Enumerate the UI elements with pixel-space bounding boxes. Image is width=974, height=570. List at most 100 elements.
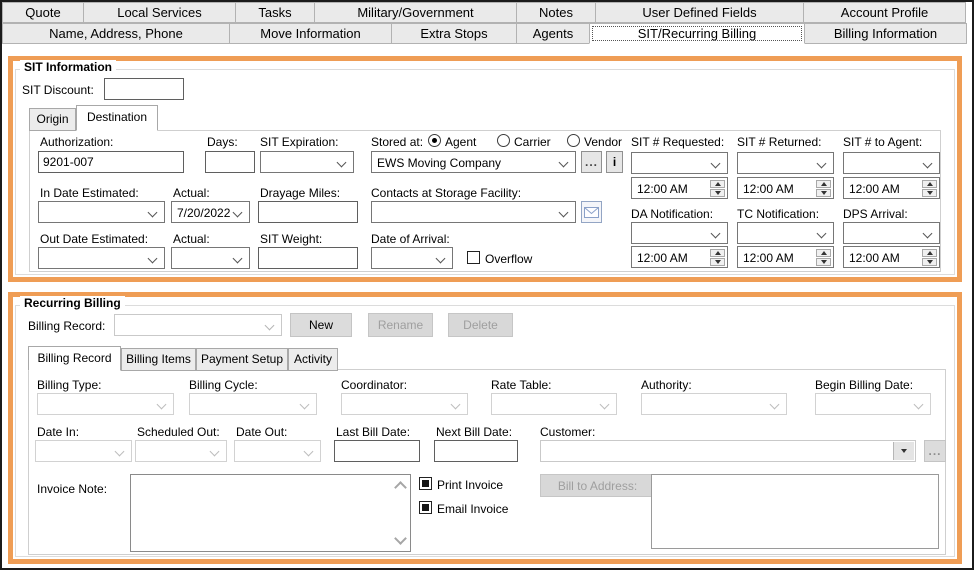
sit-expiration-combo[interactable] [260,151,354,173]
spin-up-button[interactable] [922,249,937,257]
spin-up-button[interactable] [816,249,831,257]
sit-returned-combo[interactable] [737,152,834,174]
tab-local-services[interactable]: Local Services [83,2,236,23]
tab-tasks[interactable]: Tasks [235,2,315,23]
drayage-miles-input[interactable] [258,201,358,223]
envelope-icon [584,206,599,218]
spin-down-button[interactable] [710,189,725,197]
tc-notification-combo[interactable] [737,222,834,244]
bill-to-address-button[interactable]: Bill to Address: [540,474,655,497]
sit-to-agent-time[interactable]: 12:00 AM [843,177,940,199]
sit-to-agent-label: SIT # to Agent: [843,135,923,149]
coordinator-combo[interactable] [341,393,468,415]
billing-record-label: Billing Record: [28,319,106,333]
tab-notes[interactable]: Notes [516,2,596,23]
dps-arrival-combo[interactable] [843,222,940,244]
customer-combo[interactable] [540,440,916,462]
begin-billing-date-combo[interactable] [815,393,931,415]
subtab-payment-setup[interactable]: Payment Setup [196,348,288,371]
out-actual-combo[interactable] [171,247,250,269]
billing-type-label: Billing Type: [37,378,102,392]
spin-up-button[interactable] [816,180,831,188]
authority-combo[interactable] [641,393,787,415]
sit-weight-input[interactable] [258,247,358,269]
rate-table-combo[interactable] [491,393,617,415]
spin-up-button[interactable] [710,249,725,257]
subtab-destination[interactable]: Destination [76,105,158,131]
spin-up-button[interactable] [922,180,937,188]
tab-military-government[interactable]: Military/Government [314,2,517,23]
stored-at-agent-radio[interactable] [428,134,441,147]
customer-dropdown-button[interactable] [893,442,914,460]
agent-info-button[interactable]: i [606,151,623,173]
date-out-combo[interactable] [234,440,321,462]
spin-down-button[interactable] [816,189,831,197]
sit-to-agent-combo[interactable] [843,152,940,174]
print-invoice-checkbox[interactable] [419,477,432,490]
chevron-down-icon [147,253,158,264]
spin-down-button[interactable] [922,258,937,266]
invoice-note-textarea[interactable] [130,474,411,552]
billing-cycle-combo[interactable] [189,393,317,415]
tab-sit-recurring-billing[interactable]: SIT/Recurring Billing [589,23,805,44]
overflow-checkbox[interactable] [467,251,480,264]
stored-at-carrier-radio[interactable] [497,134,510,147]
tc-notification-time[interactable]: 12:00 AM [737,246,834,268]
email-invoice-checkbox[interactable] [419,501,432,514]
sit-group-title: SIT Information [20,60,116,74]
subtab-billing-record[interactable]: Billing Record [28,346,121,371]
tab-billing-information[interactable]: Billing Information [804,23,967,44]
tab-account-profile[interactable]: Account Profile [803,2,966,23]
authorization-input[interactable] [38,151,184,173]
agent-browse-button[interactable]: ... [581,151,602,173]
next-bill-date-input[interactable] [434,440,518,462]
subtab-billing-items[interactable]: Billing Items [121,348,196,371]
sit-discount-input[interactable] [104,78,184,100]
chevron-down-icon [336,157,347,168]
in-date-estimated-combo[interactable] [38,201,165,223]
out-date-estimated-combo[interactable] [38,247,165,269]
spin-down-button[interactable] [710,258,725,266]
new-button[interactable]: New [290,313,352,337]
bill-to-address-textarea[interactable] [651,474,939,549]
subtab-origin[interactable]: Origin [29,108,76,131]
chevron-down-icon [913,399,924,410]
sit-discount-label: SIT Discount: [22,83,94,97]
billing-type-combo[interactable] [37,393,174,415]
last-bill-date-input[interactable] [334,440,420,462]
tab-name-address-phone[interactable]: Name, Address, Phone [2,23,230,44]
storage-agent-combo[interactable]: EWS Moving Company [371,151,576,173]
date-of-arrival-combo[interactable] [371,247,453,269]
dps-arrival-time[interactable]: 12:00 AM [843,246,940,268]
chevron-down-icon [147,207,158,218]
subtab-activity[interactable]: Activity [288,348,338,371]
rename-button[interactable]: Rename [368,313,433,337]
stored-at-vendor-radio[interactable] [567,134,580,147]
spin-up-button[interactable] [710,180,725,188]
sit-returned-label: SIT # Returned: [737,135,822,149]
spin-down-button[interactable] [922,189,937,197]
scroll-down-icon[interactable] [394,532,407,545]
chevron-down-icon [156,399,167,410]
da-notification-combo[interactable] [631,222,728,244]
email-contact-button[interactable] [581,201,602,223]
sit-requested-time[interactable]: 12:00 AM [631,177,728,199]
tab-quote[interactable]: Quote [2,2,84,23]
spin-down-button[interactable] [816,258,831,266]
in-actual-combo[interactable]: 7/20/2022 [171,201,250,223]
tab-agents[interactable]: Agents [516,23,590,44]
billing-record-combo[interactable] [114,314,282,336]
contacts-combo[interactable] [371,201,576,223]
days-input[interactable] [205,151,255,173]
delete-button[interactable]: Delete [448,313,513,337]
tab-extra-stops[interactable]: Extra Stops [391,23,517,44]
tab-move-information[interactable]: Move Information [229,23,392,44]
tab-user-defined-fields[interactable]: User Defined Fields [595,2,804,23]
sit-returned-time[interactable]: 12:00 AM [737,177,834,199]
da-notification-time[interactable]: 12:00 AM [631,246,728,268]
sit-requested-combo[interactable] [631,152,728,174]
scheduled-out-combo[interactable] [135,440,227,462]
date-in-combo[interactable] [35,440,132,462]
scroll-up-icon[interactable] [394,481,407,494]
customer-browse-button[interactable]: ... [924,440,946,462]
